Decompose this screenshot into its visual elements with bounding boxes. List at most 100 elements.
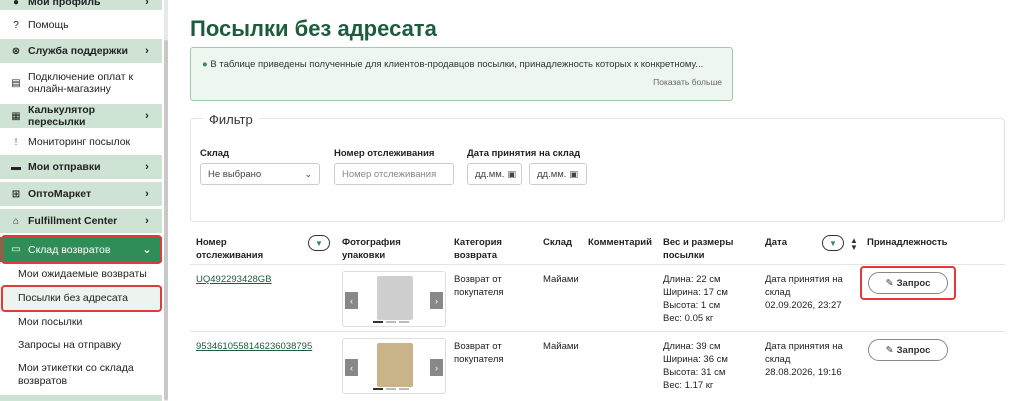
- tracking-label: Номер отслеживания: [334, 148, 435, 159]
- sidebar-item-shipments[interactable]: ▬ Мои отправки ›: [0, 155, 162, 179]
- date-caption: Дата принятия на склад: [765, 341, 843, 365]
- edit-icon: ✎: [885, 344, 894, 356]
- question-icon: ?: [13, 19, 19, 31]
- chevron-right-icon[interactable]: ›: [430, 359, 443, 376]
- col-date-header: Дата: [765, 237, 787, 248]
- date-value: 02.09.2026, 23:27: [765, 300, 842, 311]
- category-cell: Возврат от покупателя: [454, 274, 504, 298]
- sidebar-item-label: Fulfillment Center: [28, 215, 118, 227]
- sidebar-item-help[interactable]: ? Помощь: [0, 14, 162, 36]
- sidebar-item-label: Калькулятор пересылки: [28, 104, 96, 128]
- sidebar-item-profile[interactable]: ● Мой профиль ›: [0, 0, 162, 10]
- tracking-link[interactable]: UQ492293428GB: [196, 273, 272, 286]
- sidebar-item-label: Служба поддержки: [28, 45, 128, 57]
- warehouse-value: Не выбрано: [208, 168, 262, 180]
- photo-carousel[interactable]: ‹ ›: [342, 338, 446, 394]
- date-from-input[interactable]: дд.мм. ▣: [467, 163, 522, 185]
- date-to-input[interactable]: дд.мм. ▣: [529, 163, 587, 185]
- date-from-value: дд.мм.: [475, 168, 505, 180]
- sidebar-subitem-my-parcels[interactable]: Мои посылки: [0, 316, 162, 329]
- request-button[interactable]: ✎ Запрос: [868, 339, 948, 361]
- sidebar-scrollbar[interactable]: [164, 0, 168, 401]
- date-label: Дата принятия на склад: [467, 148, 581, 159]
- col-photo-header: Фотография упаковки: [342, 237, 401, 261]
- col-weight-header: Вес и размеры посылки: [663, 237, 734, 261]
- sidebar-item-next[interactable]: [0, 395, 162, 401]
- warehouse-icon: ⌂: [12, 215, 20, 227]
- filter-legend: Фильтр: [203, 112, 259, 127]
- tracking-input[interactable]: Номер отслеживания: [334, 163, 454, 185]
- col-category-header: Категория возврата: [454, 237, 502, 261]
- truck-icon: ▬: [11, 161, 21, 173]
- carousel-dots: [373, 388, 409, 390]
- dim-weight: Вес: 1.17 кг: [663, 380, 714, 391]
- page-title: Посылки без адресата: [190, 16, 437, 41]
- dim-width: Ширина: 17 см: [663, 287, 728, 298]
- sidebar-item-payments[interactable]: ▤ Подключение оплат к онлайн-магазину: [0, 67, 162, 99]
- dim-length: Длина: 22 см: [663, 274, 721, 285]
- chevron-right-icon: ›: [145, 215, 149, 227]
- cart-icon: ⊞: [11, 188, 21, 200]
- tracking-link[interactable]: 9534610558146236038795: [196, 340, 312, 353]
- col-tracking-header: Номер отслеживания: [196, 237, 264, 261]
- package-photo[interactable]: [377, 276, 413, 320]
- sidebar-subitem-expected-returns[interactable]: Мои ожидаемые возвраты: [0, 268, 162, 281]
- returns-highlight-frame: [1, 235, 162, 264]
- sidebar-item-monitoring[interactable]: ! Мониторинг посылок: [0, 131, 162, 153]
- show-more-link[interactable]: Показать больше: [653, 77, 722, 87]
- sidebar-item-label: Мои отправки: [28, 161, 101, 173]
- sidebar-item-support[interactable]: ⊗ Служба поддержки ›: [0, 39, 162, 63]
- sidebar-item-optomarket[interactable]: ⊞ ОптоМаркет ›: [0, 182, 162, 206]
- dim-height: Высота: 1 см: [663, 300, 721, 311]
- carousel-dots: [373, 321, 409, 323]
- sidebar-subitem-labels[interactable]: Мои этикетки со склада возвратов: [0, 362, 140, 388]
- sidebar-subitem-send-requests[interactable]: Запросы на отправку: [0, 339, 162, 352]
- package-photo[interactable]: [377, 343, 413, 387]
- warehouse-label: Склад: [200, 148, 230, 159]
- main-content: Посылки без адресата ● В таблице приведе…: [170, 0, 1024, 401]
- sidebar-item-label: Подключение оплат к онлайн-магазину: [28, 71, 134, 95]
- chevron-right-icon: ›: [145, 110, 149, 122]
- info-banner-text: В таблице приведены полученные для клиен…: [210, 59, 704, 70]
- sidebar-item-label: Мой профиль: [28, 0, 101, 8]
- chevron-left-icon[interactable]: ‹: [345, 292, 358, 309]
- user-icon: ●: [12, 0, 20, 8]
- date-to-value: дд.мм.: [537, 168, 567, 180]
- payment-icon: ▤: [11, 77, 21, 89]
- dim-weight: Вес: 0.05 кг: [663, 313, 714, 324]
- chevron-down-icon: ⌄: [304, 168, 312, 179]
- alert-icon: !: [14, 136, 18, 148]
- sidebar-item-label: Помощь: [28, 19, 69, 31]
- request-highlight-frame: [860, 266, 956, 300]
- filter-tracking-button[interactable]: ▼: [308, 235, 330, 251]
- dim-length: Длина: 39 см: [663, 341, 721, 352]
- sidebar-item-calculator[interactable]: ▦ Калькулятор пересылки ›: [0, 104, 162, 128]
- date-caption: Дата принятия на склад: [765, 274, 843, 298]
- chevron-right-icon: ›: [145, 161, 149, 173]
- warehouse-select[interactable]: Не выбрано ⌄: [200, 163, 320, 185]
- chevron-left-icon[interactable]: ‹: [345, 359, 358, 376]
- scrollbar-thumb[interactable]: [164, 40, 168, 400]
- sidebar-item-fulfillment[interactable]: ⌂ Fulfillment Center ›: [0, 209, 162, 233]
- dim-height: Высота: 31 см: [663, 367, 726, 378]
- row-divider: [190, 331, 1005, 332]
- support-icon: ⊗: [11, 45, 21, 57]
- filter-date-button[interactable]: ▼: [822, 235, 844, 251]
- warehouse-cell: Майами: [543, 274, 579, 285]
- photo-carousel[interactable]: ‹ ›: [342, 271, 446, 327]
- filter-icon: ▼: [315, 238, 323, 248]
- dims-cell: Длина: 22 см Ширина: 17 см Высота: 1 см …: [663, 273, 728, 325]
- filter-panel: Фильтр Склад Не выбрано ⌄ Номер отслежив…: [190, 112, 1005, 222]
- sidebar: ● Мой профиль › ? Помощь ⊗ Служба поддер…: [0, 0, 168, 401]
- sort-icon[interactable]: ▲ ▼: [850, 237, 858, 252]
- chevron-right-icon[interactable]: ›: [430, 292, 443, 309]
- col-ownership-header: Принадлежность: [867, 237, 948, 248]
- date-cell: Дата принятия на склад 02.09.2026, 23:27: [765, 273, 855, 312]
- date-value: 28.08.2026, 19:16: [765, 367, 842, 378]
- request-label: Запрос: [896, 344, 931, 356]
- header-divider: [190, 264, 1005, 265]
- calculator-icon: ▦: [11, 110, 21, 122]
- date-cell: Дата принятия на склад 28.08.2026, 19:16: [765, 340, 855, 379]
- calendar-icon: ▣: [507, 168, 516, 179]
- col-warehouse-header: Склад: [543, 237, 573, 248]
